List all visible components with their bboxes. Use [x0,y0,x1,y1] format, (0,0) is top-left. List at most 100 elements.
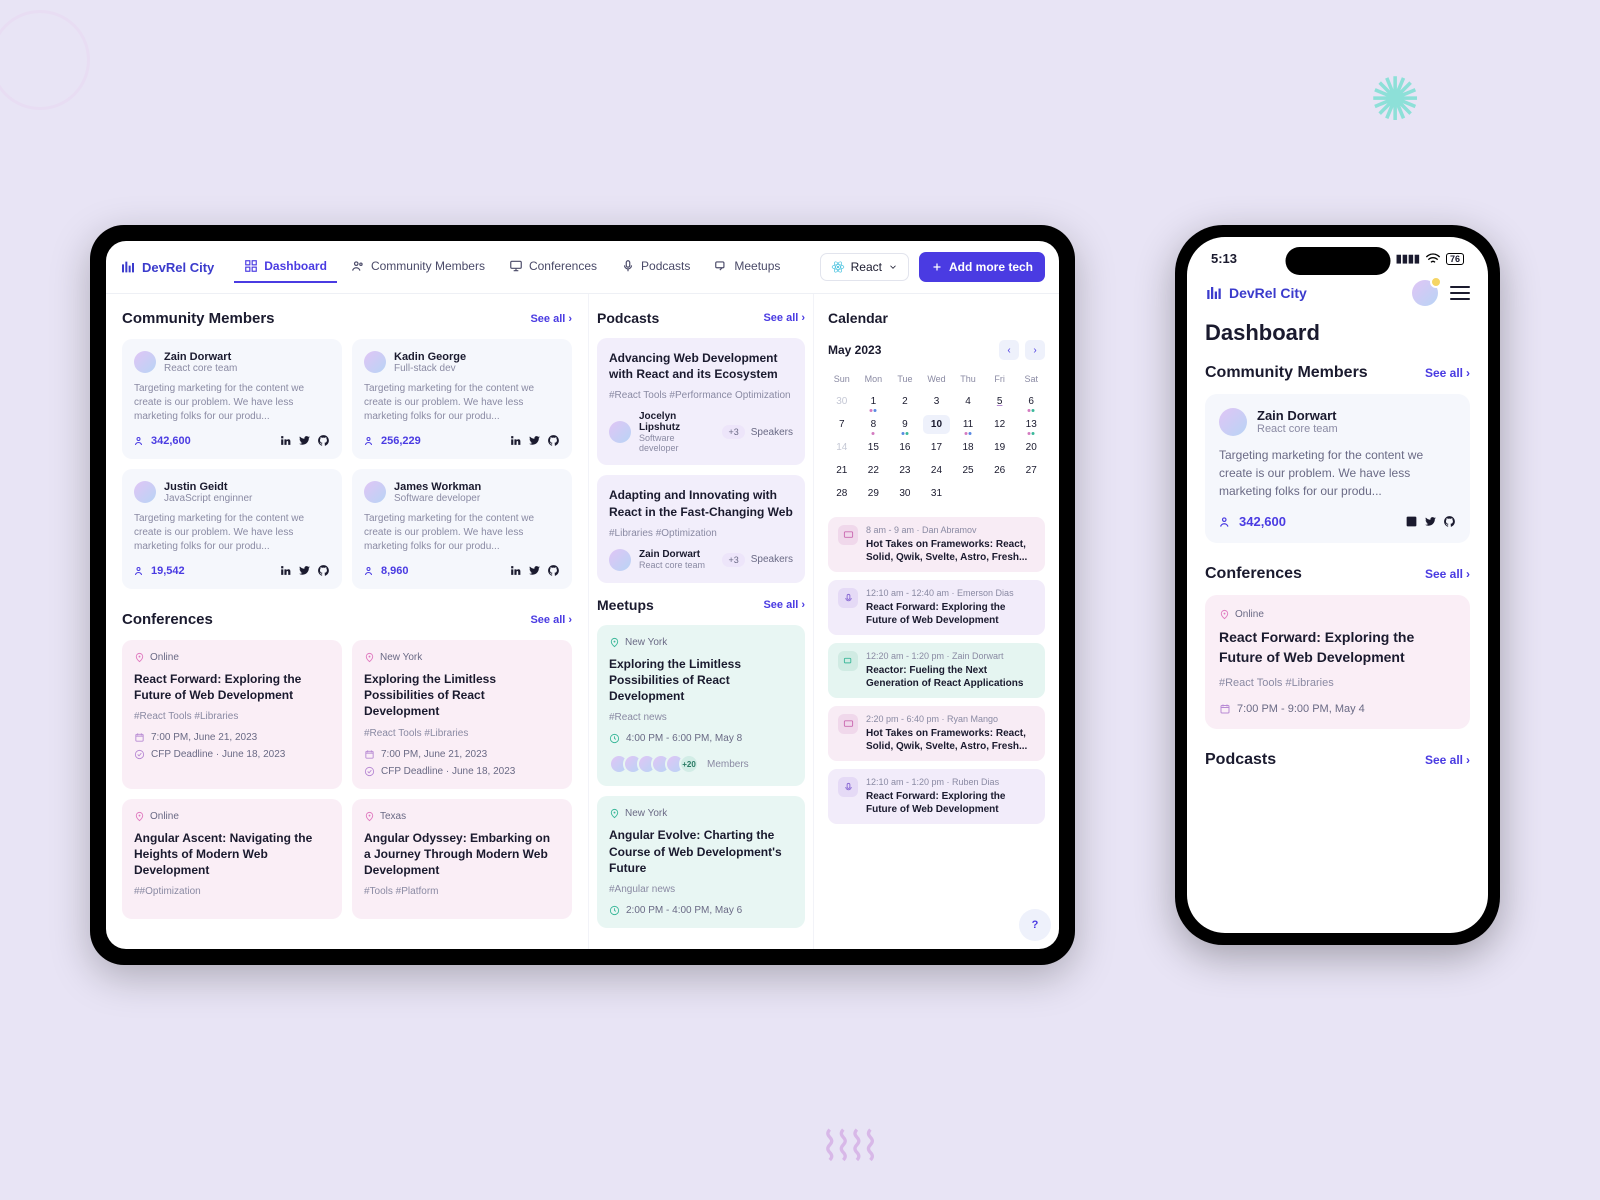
member-card[interactable]: Zain Dorwart React core team Targeting m… [122,339,342,459]
calendar-day[interactable]: 26 [986,461,1014,480]
phone-see-all-podcasts[interactable]: See all › [1425,753,1470,767]
calendar-day[interactable]: 10 [923,415,951,434]
meetup-tags: #Angular news [609,884,793,895]
linkedin-icon[interactable] [279,434,292,447]
conference-card[interactable]: Online React Forward: Exploring the Futu… [122,640,342,789]
calendar-next-button[interactable]: › [1025,340,1045,360]
calendar-day[interactable]: 20 [1017,438,1045,457]
github-icon[interactable] [547,434,560,447]
phone-logo[interactable]: DevRel City [1205,284,1307,302]
members-grid: Zain Dorwart React core team Targeting m… [122,339,572,589]
podcast-card[interactable]: Advancing Web Development with React and… [597,338,805,465]
calendar-day[interactable]: 12 [986,415,1014,434]
twitter-icon[interactable] [298,564,311,577]
add-tech-button[interactable]: Add more tech [919,252,1045,282]
linkedin-icon[interactable] [509,434,522,447]
podcast-tags: #React Tools #Performance Optimization [609,390,793,401]
calendar-day[interactable]: 7 [828,415,856,434]
calendar-day[interactable]: 11 [954,415,982,434]
nav-conferences[interactable]: Conferences [499,251,607,283]
calendar-day[interactable]: 14 [828,438,856,457]
calendar-event[interactable]: 12:20 am - 1:20 pm · Zain Dorwart Reacto… [828,643,1045,698]
tech-filter-select[interactable]: React [820,253,909,281]
nav-dashboard[interactable]: Dashboard [234,251,337,283]
calendar-day[interactable]: 27 [1017,461,1045,480]
conference-card[interactable]: Texas Angular Odyssey: Embarking on a Jo… [352,799,572,920]
signal-icon: ▮▮▮▮ [1396,252,1420,265]
meetup-card[interactable]: New York Angular Evolve: Charting the Co… [597,796,805,928]
decorative-squiggle: ⌇⌇⌇⌇ [820,1124,874,1170]
github-icon[interactable] [317,564,330,577]
calendar-event[interactable]: 12:10 am - 1:20 pm · Ruben Dias React Fo… [828,769,1045,824]
calendar-dow: Sat [1017,370,1045,388]
member-name: Zain Dorwart [164,351,237,363]
conference-card[interactable]: Online Angular Ascent: Navigating the He… [122,799,342,920]
calendar-event[interactable]: 8 am - 9 am · Dan Abramov Hot Takes on F… [828,517,1045,572]
phone-see-all-conferences[interactable]: See all › [1425,567,1470,581]
linkedin-icon[interactable] [279,564,292,577]
calendar-event[interactable]: 12:10 am - 12:40 am · Emerson Dias React… [828,580,1045,635]
calendar-day[interactable]: 30 [828,392,856,411]
calendar-day[interactable]: 28 [828,484,856,503]
calendar-prev-button[interactable]: ‹ [999,340,1019,360]
calendar-day[interactable]: 22 [860,461,888,480]
calendar-day[interactable]: 29 [860,484,888,503]
github-icon[interactable] [1443,515,1456,528]
linkedin-icon[interactable] [509,564,522,577]
conference-card[interactable]: New York Exploring the Limitless Possibi… [352,640,572,789]
check-circle-icon [134,749,145,760]
calendar-day[interactable]: 5 [986,392,1014,411]
calendar-day[interactable]: 19 [986,438,1014,457]
calendar-day[interactable]: 17 [923,438,951,457]
meetup-card[interactable]: New York Exploring the Limitless Possibi… [597,625,805,787]
meetup-title: Angular Evolve: Charting the Course of W… [609,827,793,876]
calendar-day[interactable]: 2 [891,392,919,411]
calendar-day[interactable]: 4 [954,392,982,411]
calendar-day[interactable]: 25 [954,461,982,480]
member-role: React core team [164,363,237,374]
phone-member-card[interactable]: Zain Dorwart React core team Targeting m… [1205,394,1470,543]
calendar-day[interactable]: 24 [923,461,951,480]
member-card[interactable]: James Workman Software developer Targeti… [352,469,572,589]
see-all-meetups[interactable]: See all › [763,599,805,611]
twitter-icon[interactable] [528,564,541,577]
calendar-day[interactable]: 16 [891,438,919,457]
calendar-day[interactable]: 15 [860,438,888,457]
see-all-members[interactable]: See all › [530,313,572,325]
menu-button[interactable] [1450,286,1470,300]
calendar-day[interactable]: 13 [1017,415,1045,434]
twitter-icon[interactable] [528,434,541,447]
member-card[interactable]: Justin Geidt JavaScript enginner Targeti… [122,469,342,589]
help-button[interactable]: ? [1019,909,1051,941]
member-desc: Targeting marketing for the content we c… [364,382,560,424]
calendar-day[interactable]: 31 [923,484,951,503]
calendar-day[interactable]: 3 [923,392,951,411]
app-logo[interactable]: DevRel City [120,259,214,275]
phone-see-all-members[interactable]: See all › [1425,366,1470,380]
nav-meetups[interactable]: Meetups [704,251,790,283]
linkedin-icon[interactable] [1405,515,1418,528]
see-all-conferences[interactable]: See all › [530,614,572,626]
member-card[interactable]: Kadin George Full-stack dev Targeting ma… [352,339,572,459]
calendar-day[interactable]: 23 [891,461,919,480]
nav-community[interactable]: Community Members [341,251,495,283]
see-all-podcasts[interactable]: See all › [763,312,805,324]
calendar-day[interactable]: 18 [954,438,982,457]
calendar-day[interactable]: 9 [891,415,919,434]
user-avatar[interactable] [1412,280,1438,306]
member-count: 342,600 [134,435,191,447]
github-icon[interactable] [547,564,560,577]
tech-filter-label: React [851,260,882,274]
calendar-day[interactable]: 30 [891,484,919,503]
nav-podcasts[interactable]: Podcasts [611,251,700,283]
calendar-day[interactable]: 6 [1017,392,1045,411]
github-icon[interactable] [317,434,330,447]
podcast-card[interactable]: Adapting and Innovating with React in th… [597,475,805,582]
calendar-day[interactable]: 8 [860,415,888,434]
calendar-day[interactable]: 1 [860,392,888,411]
phone-conference-card[interactable]: Online React Forward: Exploring the Futu… [1205,595,1470,729]
twitter-icon[interactable] [1424,515,1437,528]
calendar-event[interactable]: 2:20 pm - 6:40 pm · Ryan Mango Hot Takes… [828,706,1045,761]
calendar-day[interactable]: 21 [828,461,856,480]
twitter-icon[interactable] [298,434,311,447]
